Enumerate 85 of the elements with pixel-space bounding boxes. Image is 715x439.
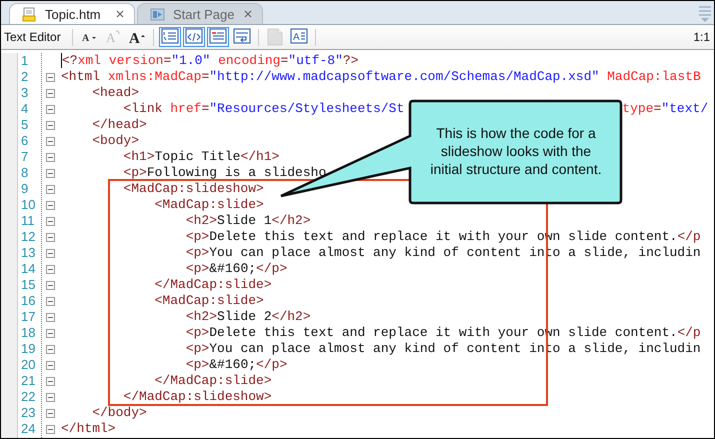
text-cursor [61, 53, 62, 68]
code-line: <head> [91, 85, 140, 101]
collapse-icon[interactable] [46, 392, 55, 402]
code-line: <html xmlns:MadCap="http://www.madcapsoftware.com/Schemas/MadCap.xsd" MadCap:lastB [61, 69, 701, 85]
collapse-icon[interactable] [46, 360, 55, 370]
code-line: <h1>Topic Title</h1> [122, 149, 280, 165]
tab[interactable]: Start Page [137, 3, 263, 24]
collapse-icon[interactable] [46, 216, 55, 226]
collapse-icon[interactable] [46, 376, 55, 386]
code-line: <h2>Slide 1</h2> [184, 213, 311, 229]
collapse-icon[interactable] [46, 200, 55, 210]
line-number: 17 [21, 309, 36, 325]
line-number: 21 [21, 373, 36, 389]
line-number: 13 [21, 245, 36, 261]
line-number: 20 [21, 357, 36, 373]
line-number: 15 [21, 277, 36, 293]
line-number: 23 [21, 405, 36, 421]
collapse-icon[interactable] [46, 120, 55, 130]
collapse-icon[interactable] [46, 296, 55, 306]
line-number: 18 [21, 325, 36, 341]
code-line: <p>&#160;</p> [184, 261, 288, 277]
code-line: <body> [91, 133, 140, 149]
line-number: 12 [21, 229, 36, 245]
code-line: <MadCap:slide> [154, 197, 264, 213]
line-number: 3 [21, 85, 30, 101]
line-number: 16 [21, 293, 36, 309]
document-icon [22, 6, 37, 22]
line-number: 8 [21, 165, 30, 181]
code-line: </body> [91, 405, 147, 421]
line-number: 4 [21, 101, 30, 117]
line-number: 6 [21, 133, 30, 149]
cursor-position: 1:1 [693, 30, 710, 44]
line-number: 2 [21, 69, 30, 85]
line-number: 1 [21, 53, 30, 69]
collapse-icon[interactable] [46, 328, 55, 338]
close-icon [244, 10, 252, 18]
collapse-icon[interactable] [46, 168, 55, 178]
tag-list-button[interactable] [206, 27, 229, 47]
code-line: <h2>Slide 2</h2> [184, 309, 311, 325]
line-number: 10 [21, 197, 36, 213]
collapse-icon[interactable] [46, 152, 55, 162]
code-line: <p>Following is a slidesho [122, 165, 326, 181]
collapse-icon[interactable] [46, 248, 55, 258]
start-page-icon [150, 6, 165, 22]
code-line: </html> [61, 421, 116, 437]
collapse-icon[interactable] [46, 136, 55, 146]
collapse-icon[interactable] [46, 232, 55, 242]
close-icon [116, 10, 124, 18]
line-number: 5 [21, 117, 30, 133]
line-number: 11 [21, 213, 36, 229]
line-number: 14 [21, 261, 36, 277]
line-number: 9 [21, 181, 30, 197]
line-numbers-button[interactable] [158, 27, 181, 47]
code-button[interactable] [182, 27, 205, 47]
line-numbers-icon [160, 28, 179, 46]
code-line: </MadCap:slide> [154, 277, 272, 293]
code-line: </head> [91, 117, 147, 133]
collapse-icon[interactable] [46, 424, 55, 434]
line-number: 7 [21, 149, 30, 165]
collapse-icon[interactable] [46, 344, 55, 354]
collapse-icon[interactable] [46, 312, 55, 322]
code-line: </MadCap:slide> [154, 373, 272, 389]
line-number: 22 [21, 389, 36, 405]
collapse-icon[interactable] [46, 88, 55, 98]
collapse-icon[interactable] [46, 264, 55, 274]
code-icon [184, 28, 203, 46]
word-wrap-icon [232, 28, 251, 46]
code-line: </MadCap:slideshow> [122, 389, 272, 405]
code-line: <p>&#160;</p> [184, 357, 288, 373]
collapse-icon[interactable] [46, 72, 55, 82]
collapse-icon[interactable] [46, 408, 55, 418]
collapse-icon[interactable] [46, 280, 55, 290]
tab[interactable]: Topic.htm [9, 3, 135, 24]
code-line: <?xml version="1.0" encoding="utf-8"?> [61, 53, 359, 69]
code-line: <MadCap:slideshow> [122, 181, 264, 197]
collapse-icon[interactable] [46, 104, 55, 114]
collapse-icon[interactable] [46, 184, 55, 194]
callout-text: This is how the code for a slideshow looks with the initial structure and content. [429, 124, 603, 178]
tag-list-icon [208, 28, 227, 46]
editor-label: Text Editor [4, 30, 61, 44]
code-line: <MadCap:slide> [154, 293, 264, 309]
line-number: 24 [21, 421, 36, 437]
code-line: <link href="Resources/Stylesheets/St type="text/ [122, 101, 708, 117]
line-number: 19 [21, 341, 36, 357]
document-icon [266, 28, 284, 46]
